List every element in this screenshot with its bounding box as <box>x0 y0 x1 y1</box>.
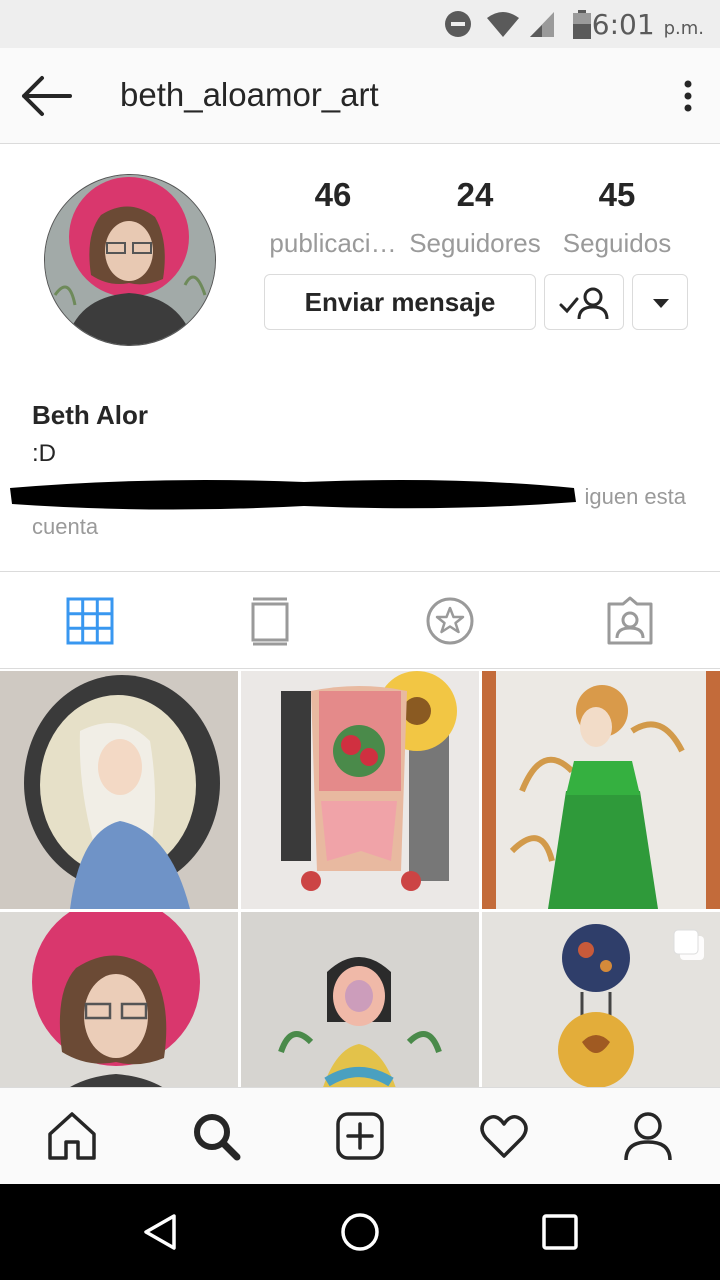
stat-posts-label: publicaci… <box>269 228 397 258</box>
multiple-photos-icon <box>673 929 704 960</box>
stat-posts[interactable]: 46 publicaci… <box>258 176 408 259</box>
profile-icon[interactable] <box>622 1110 674 1162</box>
stat-following-count: 45 <box>598 176 636 213</box>
status-clock: 6:01 <box>591 8 655 41</box>
stat-followers-label: Seguidores <box>409 228 541 258</box>
followed-by-line2: cuenta <box>32 514 99 539</box>
battery-icon <box>573 10 591 39</box>
bottom-navigation <box>0 1087 720 1184</box>
android-recents-icon[interactable] <box>540 1212 580 1252</box>
profile-tabs <box>0 571 720 669</box>
status-bar: 6:01 p.m. <box>0 0 720 48</box>
feed-icon[interactable] <box>245 596 295 646</box>
stat-followers[interactable]: 24 Seguidores <box>400 176 550 259</box>
post-grid <box>0 671 720 1087</box>
post-image <box>241 912 479 1087</box>
android-home-icon[interactable] <box>340 1212 380 1252</box>
post-image <box>0 671 238 909</box>
post-thumbnail[interactable] <box>482 671 720 909</box>
tagged-icon[interactable] <box>605 596 655 646</box>
back-arrow-icon[interactable] <box>18 74 74 118</box>
post-image <box>241 671 479 909</box>
home-icon[interactable] <box>46 1110 98 1162</box>
post-image <box>482 671 720 909</box>
signal-icon <box>530 12 554 37</box>
grid-icon[interactable] <box>65 596 115 646</box>
post-thumbnail[interactable] <box>0 671 238 909</box>
header-username: beth_aloamor_art <box>120 76 379 113</box>
status-time: 6:01 p.m. <box>592 8 704 41</box>
status-ampm: p.m. <box>663 18 704 39</box>
send-message-button[interactable]: Enviar mensaje <box>264 274 536 330</box>
android-back-icon[interactable] <box>140 1212 180 1252</box>
profile-name: Beth Alor <box>32 400 149 430</box>
wifi-icon <box>487 12 519 37</box>
stat-following[interactable]: 45 Seguidos <box>542 176 692 259</box>
do-not-disturb-icon <box>445 11 471 37</box>
suggestions-dropdown-button[interactable] <box>632 274 688 330</box>
caret-down-icon <box>653 299 669 308</box>
post-image <box>0 912 238 1087</box>
redaction-scribble <box>10 480 576 510</box>
post-thumbnail[interactable] <box>241 912 479 1087</box>
search-icon[interactable] <box>190 1110 242 1162</box>
android-navigation-bar <box>0 1184 720 1280</box>
avatar-image <box>45 175 215 345</box>
following-button[interactable] <box>544 274 624 330</box>
post-thumbnail[interactable] <box>482 912 720 1087</box>
stat-posts-count: 46 <box>314 176 352 213</box>
activity-heart-icon[interactable] <box>478 1110 530 1162</box>
add-post-icon[interactable] <box>334 1110 386 1162</box>
post-thumbnail[interactable] <box>241 671 479 909</box>
profile-header: beth_aloamor_art <box>0 48 720 144</box>
following-check-icon <box>559 287 609 320</box>
stat-following-label: Seguidos <box>562 228 672 258</box>
more-options-icon[interactable] <box>678 78 698 114</box>
saved-star-icon[interactable] <box>425 596 475 646</box>
profile-avatar[interactable] <box>44 174 216 346</box>
post-thumbnail[interactable] <box>0 912 238 1087</box>
profile-bio: :D <box>32 440 56 467</box>
stat-followers-count: 24 <box>456 176 494 213</box>
